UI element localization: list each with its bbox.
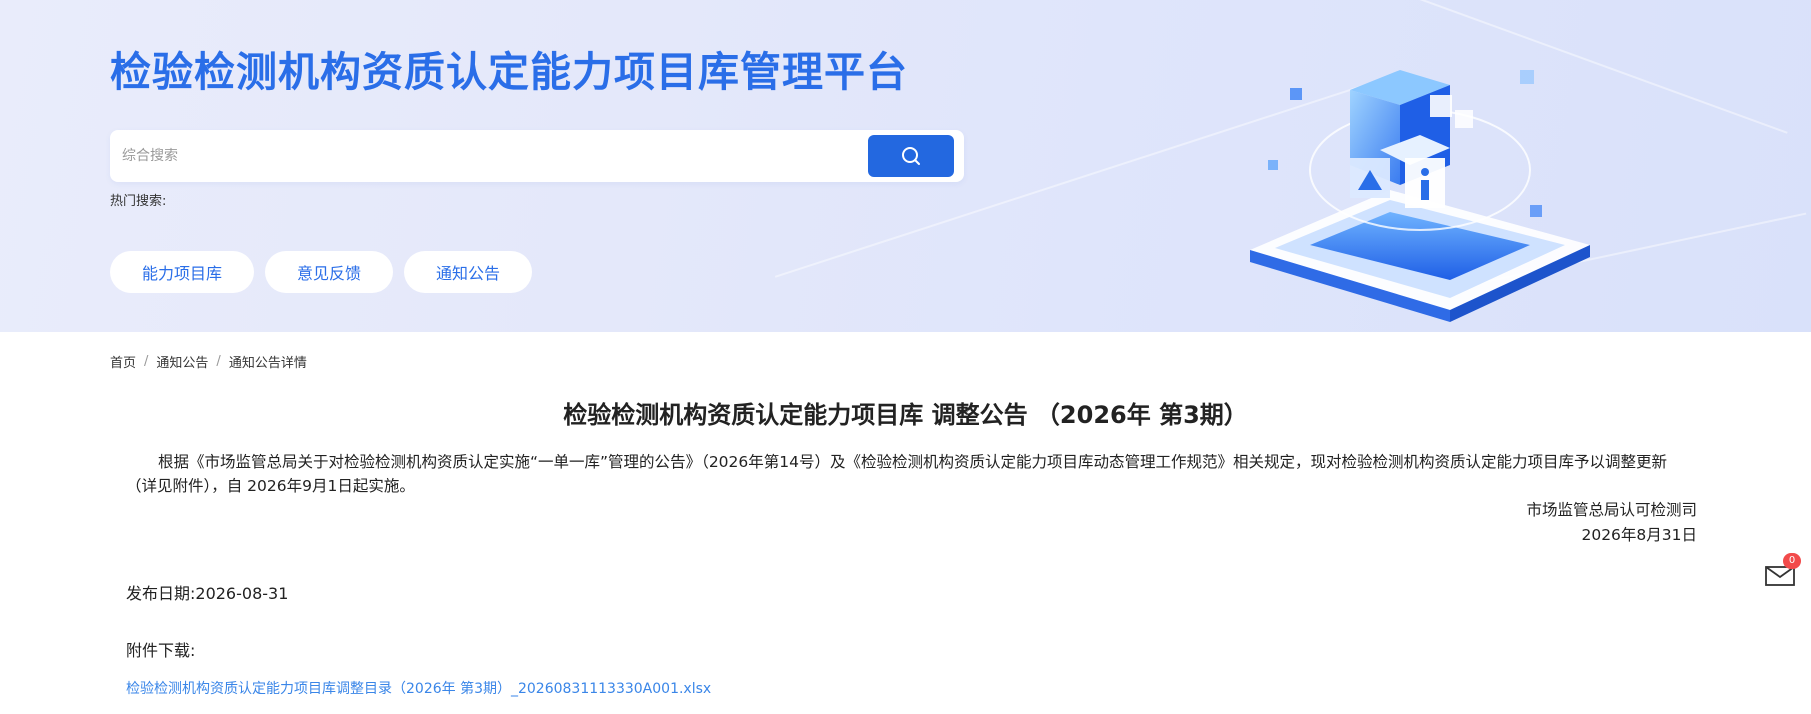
publish-date: 发布日期:2026-08-31 — [126, 584, 289, 603]
header-banner: 检验检测机构资质认定能力项目库管理平台 热门搜索: 能力项目库 意见反馈 通知公… — [0, 0, 1811, 332]
search-button[interactable] — [868, 135, 954, 177]
hot-search-label: 热门搜索: — [110, 194, 167, 209]
breadcrumb-home[interactable]: 首页 — [110, 352, 136, 371]
signature-date: 2026年8月31日 — [1581, 526, 1697, 544]
platform-title: 检验检测机构资质认定能力项目库管理平台 — [110, 48, 908, 96]
signature-block: 市场监管总局认可检测司 2026年8月31日 — [1526, 498, 1697, 548]
attachment-label: 附件下载: — [126, 641, 196, 660]
search-icon — [902, 147, 920, 165]
article-body: 根据《市场监管总局关于对检验检测机构资质认定实施“一单一库”管理的公告》（202… — [126, 453, 1667, 495]
breadcrumb-separator: / — [216, 354, 221, 369]
article-title: 检验检测机构资质认定能力项目库 调整公告 （2026年 第3期） — [563, 401, 1248, 429]
nav-capability-library[interactable]: 能力项目库 — [110, 251, 255, 293]
breadcrumb-separator: / — [144, 354, 149, 369]
nav-bar: 能力项目库 意见反馈 通知公告 — [110, 251, 533, 293]
nav-feedback[interactable]: 意见反馈 — [265, 251, 394, 293]
search-bar — [110, 130, 964, 182]
breadcrumb-current: 通知公告详情 — [228, 356, 307, 371]
nav-notices[interactable]: 通知公告 — [404, 251, 533, 293]
breadcrumb: 首页 / 通知公告 / 通知公告详情 — [110, 352, 307, 371]
search-input[interactable] — [122, 130, 842, 182]
attachment-download-link[interactable]: 检验检测机构资质认定能力项目库调整目录（2026年 第3期）_202608311… — [126, 678, 711, 698]
banner-illustration — [1250, 70, 1590, 322]
message-button[interactable]: 0 — [1764, 553, 1801, 587]
signature-org: 市场监管总局认可检测司 — [1526, 501, 1697, 519]
message-count-badge: 0 — [1783, 553, 1801, 569]
breadcrumb-notices[interactable]: 通知公告 — [156, 352, 208, 371]
